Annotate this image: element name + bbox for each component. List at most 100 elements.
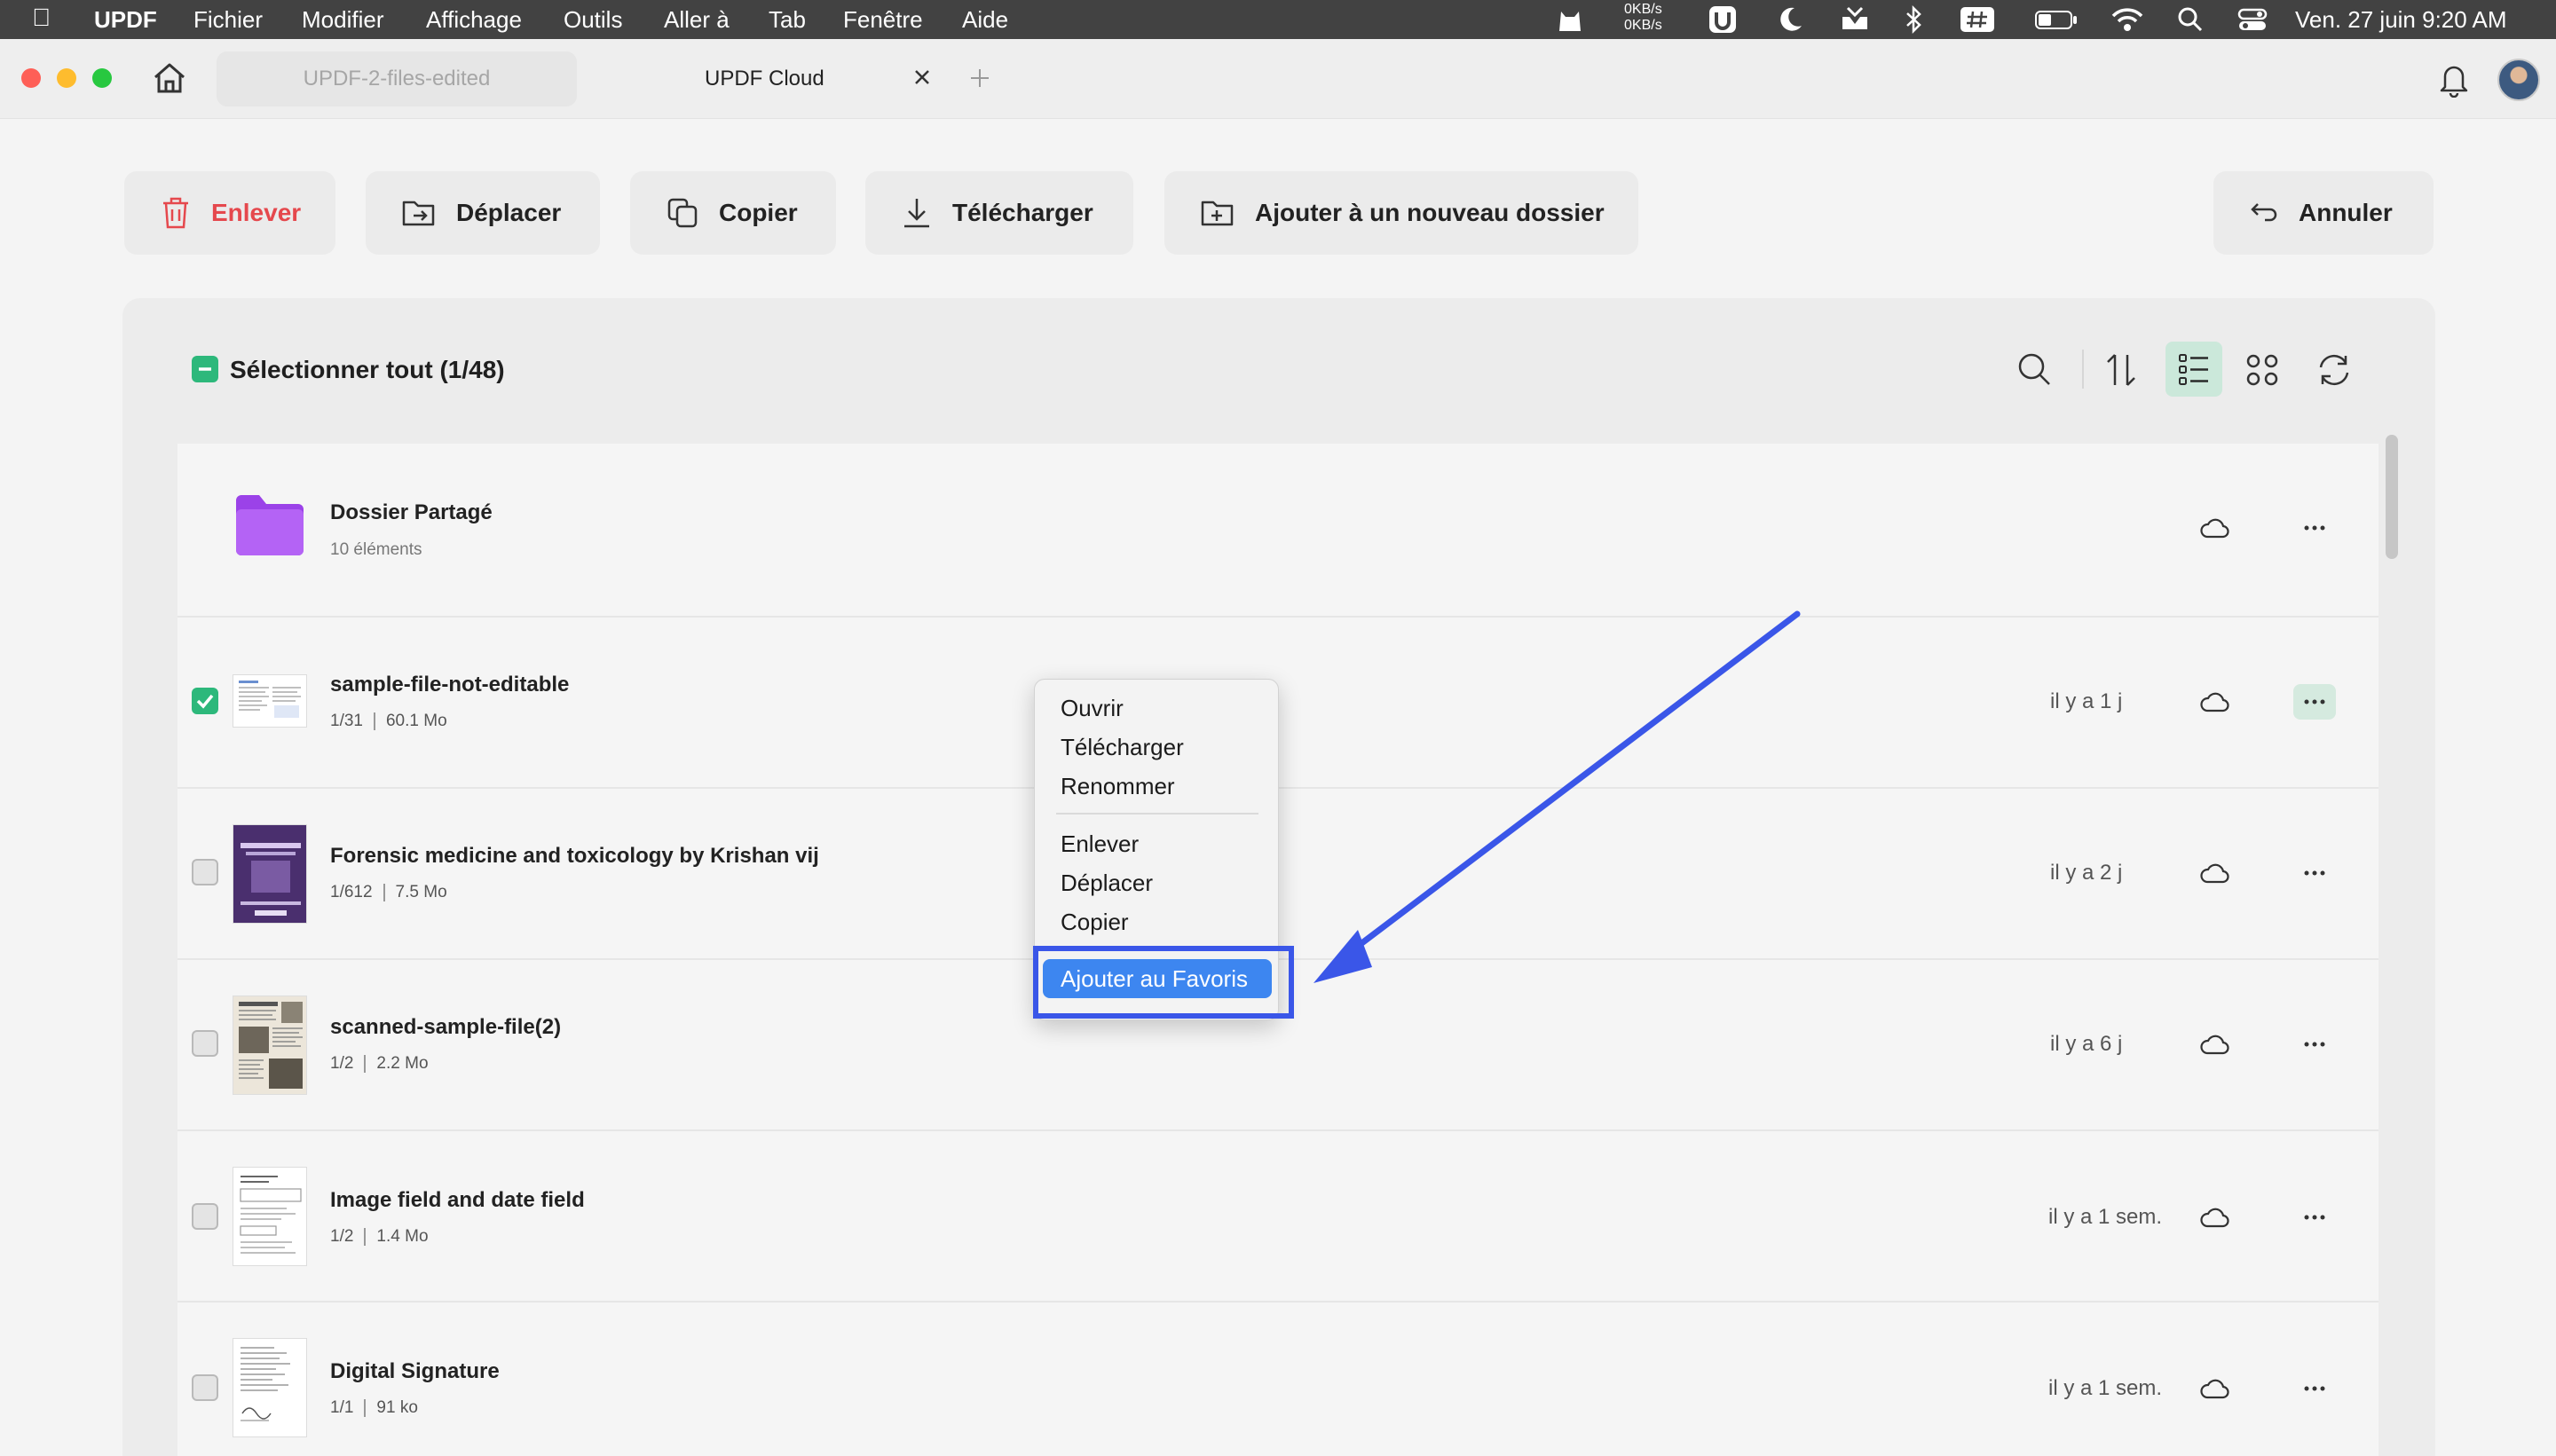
file-name: Image field and date field <box>330 1188 585 1212</box>
cloud-icon <box>2199 1375 2229 1402</box>
ctx-copy[interactable]: Copier <box>1061 909 1129 936</box>
search-icon[interactable] <box>2016 351 2052 387</box>
file-name: sample-file-not-editable <box>330 673 570 697</box>
tab-updf-cloud[interactable]: UPDF Cloud <box>588 51 943 106</box>
ctx-remove[interactable]: Enlever <box>1061 830 1139 858</box>
file-size: 7.5 Mo <box>395 883 447 901</box>
more-options-icon[interactable] <box>2293 510 2336 546</box>
menu-modifier[interactable]: Modifier <box>302 6 383 34</box>
file-name: scanned-sample-file(2) <box>330 1015 562 1039</box>
toolbar-divider <box>2082 350 2084 389</box>
menu-tab[interactable]: Tab <box>769 6 806 34</box>
file-size: 1.4 Mo <box>376 1227 429 1246</box>
undo-arrow-icon <box>2251 203 2277 222</box>
window-zoom-button[interactable] <box>92 68 112 88</box>
file-row[interactable]: Digital Signature 1/1 91 ko il y a 1 sem. <box>178 1303 2378 1456</box>
menu-app-name[interactable]: UPDF <box>94 6 157 34</box>
remove-label: Enlever <box>211 199 302 226</box>
file-meta: 1/2 2.2 Mo <box>330 1054 429 1074</box>
cancel-button[interactable]: Annuler <box>2213 171 2434 255</box>
file-row[interactable]: Image field and date field 1/2 1.4 Mo il … <box>178 1131 2378 1303</box>
user-avatar[interactable] <box>2497 59 2540 101</box>
ctx-move[interactable]: Déplacer <box>1061 870 1153 897</box>
file-thumbnail <box>233 824 307 924</box>
file-size: 91 ko <box>376 1398 418 1417</box>
add-to-new-folder-button[interactable]: Ajouter à un nouveau dossier <box>1164 171 1638 255</box>
ctx-divider <box>1056 813 1258 815</box>
battery-icon[interactable] <box>2034 4 2079 35</box>
sort-icon[interactable] <box>2105 351 2137 389</box>
tab-updf-2-files-edited[interactable]: UPDF-2-files-edited <box>217 51 577 106</box>
file-meta: 1/1 91 ko <box>330 1398 418 1418</box>
file-date: il y a 2 j <box>2050 861 2123 885</box>
folder-row[interactable]: Dossier Partagé 10 éléments <box>178 444 2378 618</box>
tab-label: UPDF Cloud <box>705 67 824 91</box>
menu-affichage[interactable]: Affichage <box>426 6 522 34</box>
refresh-icon[interactable] <box>2316 353 2352 387</box>
control-center-icon[interactable] <box>2236 4 2268 35</box>
row-checkbox[interactable] <box>192 688 218 714</box>
row-checkbox[interactable] <box>192 1030 218 1057</box>
cat-status-icon[interactable] <box>1555 4 1585 35</box>
ctx-add-to-favorites[interactable]: Ajouter au Favoris <box>1043 959 1272 998</box>
copy-button[interactable]: Copier <box>630 171 836 255</box>
more-options-icon[interactable] <box>2293 684 2336 720</box>
menu-aide[interactable]: Aide <box>962 6 1008 34</box>
grid-view-icon[interactable] <box>2245 353 2279 387</box>
updf-status-icon[interactable] <box>1708 4 1738 35</box>
download-button[interactable]: Télécharger <box>865 171 1133 255</box>
window-close-button[interactable] <box>21 68 41 88</box>
more-options-icon[interactable] <box>2293 855 2336 891</box>
moon-icon[interactable] <box>1775 4 1805 35</box>
more-options-icon[interactable] <box>2293 1200 2336 1235</box>
cloud-icon <box>2199 1204 2229 1231</box>
select-all-label[interactable]: Sélectionner tout (1/48) <box>230 356 505 384</box>
bluetooth-icon[interactable] <box>1903 4 1924 35</box>
list-scrollbar[interactable] <box>2386 435 2398 559</box>
download-label: Télécharger <box>952 199 1093 226</box>
file-thumbnail <box>233 1167 307 1266</box>
ctx-download[interactable]: Télécharger <box>1061 734 1184 761</box>
menubar-clock[interactable]: Ven. 27 juin 9:20 AM <box>2295 6 2507 34</box>
inbox-icon[interactable] <box>1839 4 1871 35</box>
wifi-icon[interactable] <box>2110 4 2144 35</box>
row-checkbox[interactable] <box>192 859 218 885</box>
menu-bar:  UPDF Fichier Modifier Affichage Outils… <box>0 0 2556 39</box>
cancel-label: Annuler <box>2299 199 2393 226</box>
menu-fichier[interactable]: Fichier <box>193 6 263 34</box>
ctx-rename[interactable]: Renommer <box>1061 773 1175 800</box>
add-folder-icon <box>1201 201 1234 226</box>
copy-icon <box>667 198 698 228</box>
menu-aller-a[interactable]: Aller à <box>664 6 730 34</box>
move-button[interactable]: Déplacer <box>366 171 600 255</box>
move-folder-icon <box>402 201 435 226</box>
menu-outils[interactable]: Outils <box>564 6 622 34</box>
more-options-icon[interactable] <box>2293 1027 2336 1062</box>
apple-icon[interactable]:  <box>32 4 51 32</box>
row-checkbox[interactable] <box>192 1374 218 1401</box>
cloud-icon <box>2199 515 2229 541</box>
spotlight-search-icon[interactable] <box>2176 4 2205 35</box>
window-minimize-button[interactable] <box>57 68 76 88</box>
file-name: Forensic medicine and toxicology by Kris… <box>330 844 819 868</box>
notification-bell-icon[interactable] <box>2437 60 2471 98</box>
tab-close-icon[interactable] <box>912 67 932 87</box>
file-date: il y a 6 j <box>2050 1032 2123 1056</box>
home-icon[interactable] <box>151 60 188 96</box>
tab-label: UPDF-2-files-edited <box>303 67 491 91</box>
hash-icon[interactable] <box>1960 4 1995 35</box>
file-pages: 1/1 <box>330 1398 354 1417</box>
menu-fenetre[interactable]: Fenêtre <box>843 6 923 34</box>
ctx-open[interactable]: Ouvrir <box>1061 695 1124 722</box>
more-options-icon[interactable] <box>2293 1371 2336 1406</box>
trash-icon <box>163 197 188 229</box>
file-pages: 1/612 <box>330 883 373 901</box>
download-icon <box>904 199 929 228</box>
file-thumbnail <box>233 1338 307 1437</box>
new-tab-icon[interactable] <box>969 67 990 89</box>
list-view-toggle[interactable] <box>2166 342 2222 397</box>
select-all-checkbox[interactable] <box>192 356 218 382</box>
remove-button[interactable]: Enlever <box>124 171 335 255</box>
file-meta: 1/31 60.1 Mo <box>330 712 447 731</box>
row-checkbox[interactable] <box>192 1203 218 1230</box>
